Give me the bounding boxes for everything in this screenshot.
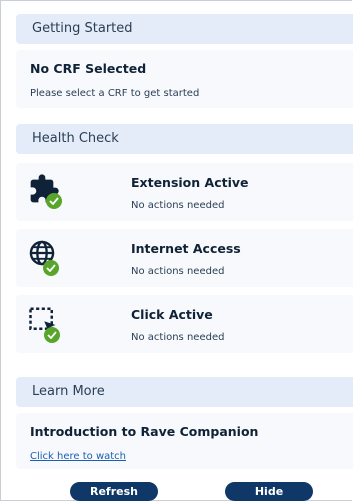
health-item-title: Internet Access [131, 241, 241, 256]
health-item-title: Click Active [131, 307, 213, 322]
health-item-internet: Internet Access No actions needed [16, 229, 353, 287]
globe-icon [28, 239, 66, 277]
health-item-status: No actions needed [131, 332, 225, 343]
health-item-click: Click Active No actions needed [16, 295, 353, 353]
crf-status-subtitle: Please select a CRF to get started [30, 88, 200, 99]
learn-more-title: Introduction to Rave Companion [30, 424, 259, 439]
health-item-title: Extension Active [131, 175, 249, 190]
learn-more-header: Learn More [16, 377, 353, 407]
learn-more-card: Introduction to Rave Companion Click her… [16, 413, 353, 469]
health-check-header: Health Check [16, 124, 353, 154]
refresh-button[interactable]: Refresh [70, 482, 158, 501]
crf-status-title: No CRF Selected [30, 61, 147, 76]
crf-status-card: No CRF Selected Please select a CRF to g… [16, 50, 353, 108]
check-icon [44, 327, 60, 343]
hide-button[interactable]: Hide [225, 482, 313, 501]
watch-video-link[interactable]: Click here to watch [30, 451, 126, 462]
health-item-extension: Extension Active No actions needed [16, 163, 353, 221]
getting-started-header: Getting Started [16, 14, 353, 44]
click-select-icon [28, 305, 66, 343]
check-icon [43, 260, 59, 276]
check-icon [46, 193, 62, 209]
health-item-status: No actions needed [131, 200, 225, 211]
puzzle-icon [28, 173, 66, 211]
health-item-status: No actions needed [131, 266, 225, 277]
